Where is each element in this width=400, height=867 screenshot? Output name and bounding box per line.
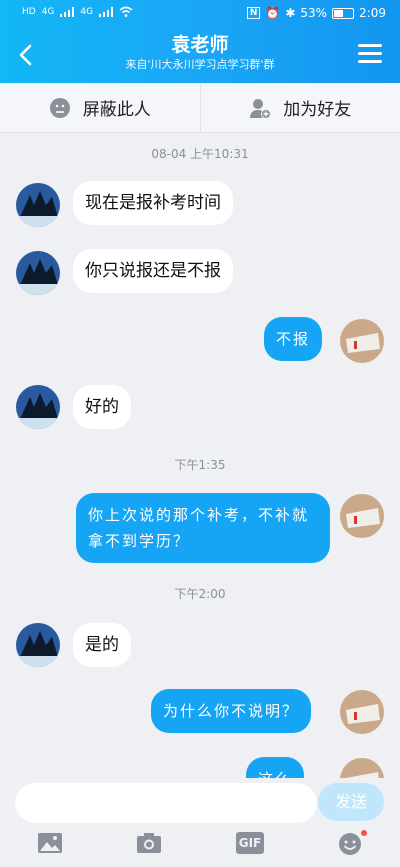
battery-percent: 53%	[300, 6, 328, 20]
gif-icon: GIF	[236, 832, 264, 854]
gif-button[interactable]: GIF	[236, 832, 266, 858]
clock: 2:09	[359, 6, 386, 20]
battery-icon	[332, 7, 355, 19]
avatar[interactable]	[16, 623, 60, 667]
avatar[interactable]	[340, 494, 384, 538]
nfc-icon: N	[246, 7, 261, 19]
chat-header: HD 4G 4G N ⏰ ✱ 53% 2:09 袁老师 来自'川大永川学习点学习…	[0, 0, 400, 83]
block-user-button[interactable]: 屏蔽此人	[0, 83, 200, 132]
message-bubble[interactable]: 现在是报补考时间	[73, 181, 233, 225]
message-bubble[interactable]: 你上次说的那个补考，不补就拿不到学历？	[76, 493, 330, 563]
bluetooth-icon: ✱	[285, 6, 296, 20]
camera-icon	[137, 833, 161, 853]
block-icon	[49, 97, 70, 118]
status-left: HD 4G 4G	[22, 6, 133, 17]
avatar-image	[16, 251, 60, 295]
avatar-image	[16, 623, 60, 667]
avatar[interactable]	[16, 251, 60, 295]
message-bubble[interactable]: 你只说报还是不报	[73, 249, 233, 293]
timestamp: 下午1:35	[174, 458, 226, 472]
avatar-image	[16, 385, 60, 429]
chat-area[interactable]: 08-04 上午10:31 现在是报补考时间 你只说报还是不报 不报 好的 下午…	[0, 133, 400, 778]
avatar-image	[340, 690, 384, 734]
bottom-toolbar: GIF	[0, 828, 400, 867]
status-bar: HD 4G 4G N ⏰ ✱ 53% 2:09	[0, 0, 400, 28]
menu-line	[358, 52, 382, 55]
avatar[interactable]	[340, 690, 384, 734]
carrier-label: HD	[22, 6, 36, 17]
alarm-icon: ⏰	[265, 6, 281, 20]
send-button[interactable]: 发送	[318, 783, 384, 821]
avatar-image	[340, 319, 384, 363]
avatar-image	[16, 183, 60, 227]
add-user-icon	[250, 98, 272, 119]
avatar[interactable]	[16, 385, 60, 429]
title-area: 袁老师 来自'川大永川学习点学习群'群	[80, 33, 320, 73]
message-bubble[interactable]: 不报	[264, 317, 323, 361]
block-user-label: 屏蔽此人	[82, 100, 151, 120]
page-title: 袁老师	[171, 34, 229, 56]
avatar-image	[340, 494, 384, 538]
emoji-icon	[339, 833, 361, 855]
page-subtitle: 来自'川大永川学习点学习群'群	[125, 58, 275, 71]
add-friend-label: 加为好友	[283, 100, 352, 120]
network-label-2: 4G	[80, 6, 94, 17]
battery-fill	[334, 9, 344, 17]
action-bar: 屏蔽此人 加为好友	[0, 83, 400, 133]
signal-icon	[99, 6, 114, 17]
timestamp: 08-04 上午10:31	[151, 147, 249, 161]
network-label-1: 4G	[41, 6, 55, 17]
avatar[interactable]	[340, 758, 384, 778]
signal-icon	[60, 6, 75, 17]
message-bubble[interactable]: 为什么你不说明？	[151, 689, 312, 733]
image-icon	[38, 833, 62, 853]
menu-line	[358, 60, 382, 63]
chevron-left-icon	[19, 44, 32, 66]
timestamp: 下午2:00	[174, 587, 226, 601]
message-bubble[interactable]: 是的	[73, 623, 131, 667]
avatar[interactable]	[16, 183, 60, 227]
menu-button[interactable]	[358, 44, 382, 64]
avatar[interactable]	[340, 319, 384, 363]
notification-dot	[361, 830, 367, 836]
menu-line	[358, 44, 382, 47]
photo-button[interactable]	[37, 832, 65, 858]
avatar-image	[340, 758, 384, 778]
status-right: N ⏰ ✱ 53% 2:09	[246, 6, 386, 20]
message-bubble[interactable]: 好的	[73, 385, 131, 429]
message-bubble[interactable]: 这么	[246, 757, 305, 778]
add-friend-button[interactable]: 加为好友	[199, 83, 400, 132]
emoji-button[interactable]	[337, 830, 367, 858]
input-bar: 发送	[0, 778, 400, 828]
camera-button[interactable]	[136, 832, 164, 858]
back-button[interactable]	[12, 40, 42, 70]
message-input[interactable]	[15, 783, 317, 823]
wifi-icon	[119, 6, 133, 17]
